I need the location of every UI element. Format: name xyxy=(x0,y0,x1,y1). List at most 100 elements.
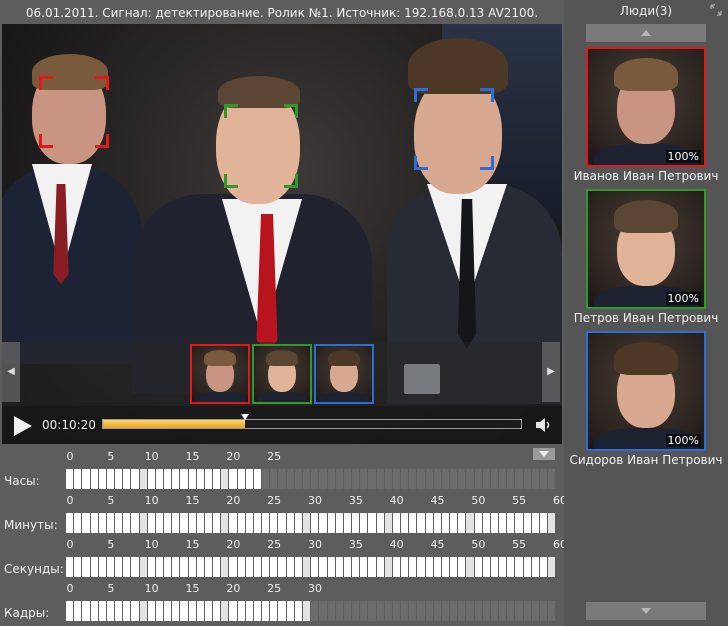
track-cell[interactable] xyxy=(327,601,336,621)
track-cell[interactable] xyxy=(417,513,426,533)
track-cell[interactable] xyxy=(409,469,418,489)
track-cell[interactable] xyxy=(204,469,214,489)
track-cell[interactable] xyxy=(319,601,328,621)
track-cell[interactable] xyxy=(482,601,491,621)
track-cell[interactable] xyxy=(474,513,483,533)
track-cell[interactable] xyxy=(384,557,393,577)
track-cell[interactable] xyxy=(441,557,451,577)
hours-track[interactable] xyxy=(66,469,557,489)
track-cell[interactable] xyxy=(302,557,312,577)
track-cell[interactable] xyxy=(433,557,442,577)
face-frame-blue[interactable] xyxy=(414,88,494,170)
track-cell[interactable] xyxy=(482,469,491,489)
track-cell[interactable] xyxy=(172,513,181,533)
track-cell[interactable] xyxy=(262,513,271,533)
play-icon[interactable] xyxy=(14,416,32,436)
track-cell[interactable] xyxy=(204,513,214,533)
track-cell[interactable] xyxy=(425,601,434,621)
track-cell[interactable] xyxy=(392,601,402,621)
track-cell[interactable] xyxy=(417,601,426,621)
track-cell[interactable] xyxy=(384,469,393,489)
track-cell[interactable] xyxy=(401,557,410,577)
track-cell[interactable] xyxy=(139,557,148,577)
track-cell[interactable] xyxy=(343,469,353,489)
track-cell[interactable] xyxy=(507,513,516,533)
track-cell[interactable] xyxy=(98,557,107,577)
track-cell[interactable] xyxy=(270,469,279,489)
track-cell[interactable] xyxy=(539,513,549,533)
track-cell[interactable] xyxy=(302,601,312,621)
track-cell[interactable] xyxy=(253,513,263,533)
track-cell[interactable] xyxy=(66,469,75,489)
track-cell[interactable] xyxy=(286,469,295,489)
track-cell[interactable] xyxy=(164,557,173,577)
track-cell[interactable] xyxy=(401,601,410,621)
track-cell[interactable] xyxy=(221,469,230,489)
track-cell[interactable] xyxy=(98,513,107,533)
track-cell[interactable] xyxy=(482,557,491,577)
track-cell[interactable] xyxy=(98,469,107,489)
track-cell[interactable] xyxy=(360,601,369,621)
track-cell[interactable] xyxy=(131,557,140,577)
track-cell[interactable] xyxy=(123,601,132,621)
track-cell[interactable] xyxy=(90,469,99,489)
track-cell[interactable] xyxy=(490,513,500,533)
track-cell[interactable] xyxy=(311,557,320,577)
track-cell[interactable] xyxy=(319,557,328,577)
track-cell[interactable] xyxy=(499,557,508,577)
track-cell[interactable] xyxy=(499,469,508,489)
expand-icon[interactable] xyxy=(710,4,722,16)
track-cell[interactable] xyxy=(523,557,532,577)
track-cell[interactable] xyxy=(474,469,483,489)
track-cell[interactable] xyxy=(139,601,148,621)
person-card-sidorov[interactable]: 100% xyxy=(586,331,706,451)
track-cell[interactable] xyxy=(335,469,344,489)
track-cell[interactable] xyxy=(66,513,75,533)
track-cell[interactable] xyxy=(188,513,197,533)
track-cell[interactable] xyxy=(450,557,459,577)
track-cell[interactable] xyxy=(294,557,303,577)
track-cell[interactable] xyxy=(155,601,165,621)
track-cell[interactable] xyxy=(474,601,483,621)
track-cell[interactable] xyxy=(466,469,475,489)
track-cell[interactable] xyxy=(433,469,442,489)
track-cell[interactable] xyxy=(499,513,508,533)
track-cell[interactable] xyxy=(98,601,107,621)
track-cell[interactable] xyxy=(401,469,410,489)
track-cell[interactable] xyxy=(270,557,279,577)
track-cell[interactable] xyxy=(539,557,549,577)
track-cell[interactable] xyxy=(278,557,287,577)
track-cell[interactable] xyxy=(180,513,189,533)
track-cell[interactable] xyxy=(352,557,361,577)
track-cell[interactable] xyxy=(425,557,434,577)
strip-thumb-green[interactable] xyxy=(252,344,312,404)
track-cell[interactable] xyxy=(286,601,295,621)
track-cell[interactable] xyxy=(278,601,287,621)
track-cell[interactable] xyxy=(360,513,369,533)
track-cell[interactable] xyxy=(327,469,336,489)
track-cell[interactable] xyxy=(147,513,156,533)
face-frame-green[interactable] xyxy=(224,104,298,188)
track-cell[interactable] xyxy=(343,601,353,621)
track-cell[interactable] xyxy=(433,601,442,621)
track-cell[interactable] xyxy=(319,469,328,489)
track-cell[interactable] xyxy=(115,469,124,489)
track-cell[interactable] xyxy=(106,513,116,533)
track-cell[interactable] xyxy=(74,469,83,489)
track-cell[interactable] xyxy=(172,469,181,489)
track-cell[interactable] xyxy=(196,469,205,489)
person-card-petrov[interactable]: 100% xyxy=(586,189,706,309)
track-cell[interactable] xyxy=(335,601,344,621)
track-cell[interactable] xyxy=(327,557,336,577)
track-cell[interactable] xyxy=(180,601,189,621)
track-cell[interactable] xyxy=(245,513,254,533)
track-cell[interactable] xyxy=(196,513,205,533)
track-cell[interactable] xyxy=(221,601,230,621)
track-cell[interactable] xyxy=(131,469,140,489)
track-cell[interactable] xyxy=(90,557,99,577)
track-cell[interactable] xyxy=(253,601,263,621)
track-cell[interactable] xyxy=(106,601,116,621)
track-cell[interactable] xyxy=(155,513,165,533)
track-cell[interactable] xyxy=(123,469,132,489)
track-cell[interactable] xyxy=(466,513,475,533)
